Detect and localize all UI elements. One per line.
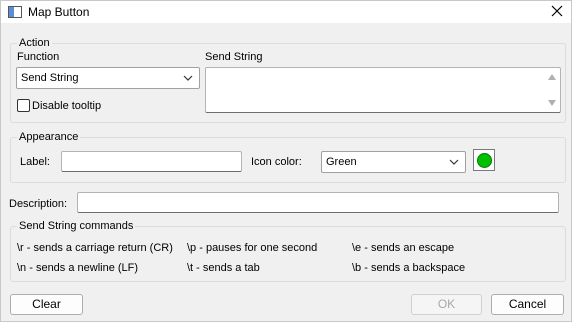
- chevron-down-icon: [449, 159, 459, 165]
- disable-tooltip-label[interactable]: Disable tooltip: [32, 99, 101, 113]
- icon-color-swatch-button[interactable]: [473, 149, 495, 171]
- send-string-textarea[interactable]: [205, 67, 561, 113]
- function-label: Function: [17, 51, 60, 63]
- app-window-icon: [7, 4, 23, 20]
- icon-color-dropdown[interactable]: Green: [321, 151, 466, 173]
- commands-group-title: Send String commands: [17, 219, 136, 233]
- command-lf: \n - sends a newline (LF): [17, 262, 139, 274]
- map-button-dialog: Map Button Action Function Send String D…: [0, 0, 572, 322]
- cancel-button[interactable]: Cancel: [491, 294, 564, 315]
- description-label: Description:: [9, 198, 68, 210]
- close-button[interactable]: [543, 1, 571, 21]
- close-icon: [551, 5, 563, 17]
- icon-color-dropdown-value: Green: [326, 156, 357, 168]
- action-group-title: Action: [17, 36, 52, 50]
- command-escape: \e - sends an escape: [352, 242, 455, 254]
- green-circle-icon: [477, 153, 492, 168]
- command-tab: \t - sends a tab: [187, 262, 260, 274]
- scroll-up-icon[interactable]: [548, 74, 556, 80]
- command-cr: \r - sends a carriage return (CR): [17, 242, 173, 254]
- description-input[interactable]: [77, 192, 559, 213]
- ok-button[interactable]: OK: [411, 294, 482, 315]
- function-dropdown-value: Send String: [21, 72, 79, 84]
- command-backspace: \b - sends a backspace: [352, 262, 466, 274]
- function-dropdown[interactable]: Send String: [16, 67, 200, 89]
- appearance-group-title: Appearance: [17, 130, 81, 144]
- send-string-label: Send String: [205, 51, 263, 63]
- disable-tooltip-checkbox[interactable]: [17, 99, 30, 112]
- scroll-down-icon[interactable]: [548, 100, 556, 106]
- command-pause: \p - pauses for one second: [187, 242, 318, 254]
- send-string-scrollbar[interactable]: [545, 69, 559, 111]
- title-bar: Map Button: [1, 1, 571, 23]
- label-input[interactable]: [61, 151, 242, 172]
- chevron-down-icon: [183, 75, 193, 81]
- clear-button[interactable]: Clear: [10, 294, 83, 315]
- icon-color-label: Icon color:: [251, 156, 302, 168]
- window-title: Map Button: [28, 5, 90, 19]
- label-field-label: Label:: [20, 156, 50, 168]
